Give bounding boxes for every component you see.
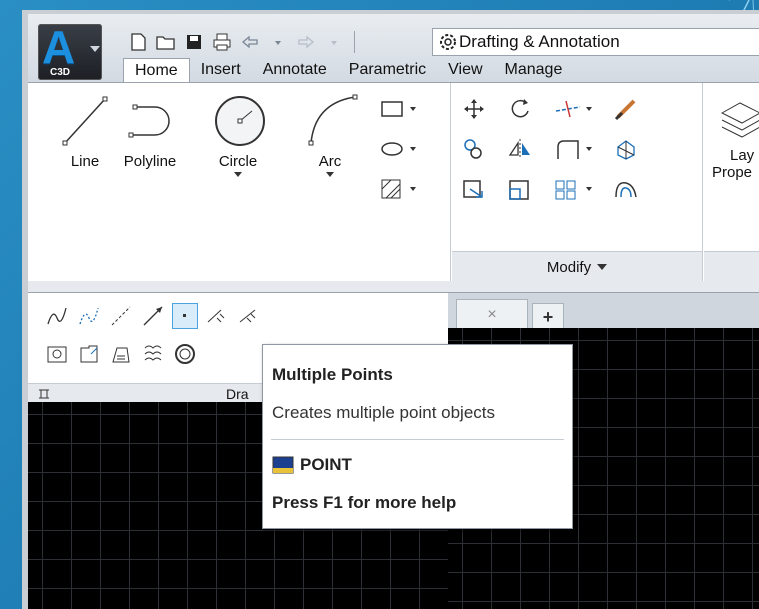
application-window: A C3D Drafting & Annotation Home Insert … — [22, 10, 759, 609]
rotate-icon[interactable] — [506, 97, 534, 125]
ray-icon[interactable] — [140, 303, 166, 329]
boundary-icon[interactable] — [76, 341, 102, 367]
polyline-icon — [128, 104, 170, 138]
trim-icon[interactable] — [552, 97, 596, 125]
plus-icon: + — [542, 306, 554, 327]
tooltip-help: Press F1 for more help — [272, 493, 457, 512]
draw-tools-row-1 — [44, 303, 262, 329]
panel-divider — [702, 83, 703, 283]
toolbar-divider — [354, 31, 355, 53]
tooltip: Multiple Points Creates multiple point o… — [262, 344, 573, 529]
ellipse-tool[interactable] — [378, 137, 418, 165]
draw-panel-label: Dra — [226, 386, 249, 402]
tab-manage[interactable]: Manage — [494, 58, 574, 82]
arc-dropdown-icon[interactable] — [326, 172, 334, 177]
scale-icon[interactable] — [506, 177, 534, 205]
chevron-down-icon — [597, 264, 608, 270]
draw-tools-row-2 — [44, 341, 198, 367]
wipeout-icon[interactable] — [108, 341, 134, 367]
circle-tool[interactable]: Circle — [202, 89, 274, 177]
hatch-icon — [381, 179, 416, 199]
panel-divider — [450, 83, 451, 283]
spline-cv-icon[interactable] — [76, 303, 102, 329]
modify-panel-title[interactable]: Modify — [452, 251, 702, 282]
quick-access-toolbar — [126, 28, 359, 56]
app-logo-icon: A — [42, 21, 76, 73]
tooltip-command: POINT — [272, 455, 352, 475]
layer-label-2: Prope — [712, 164, 753, 181]
erase-icon[interactable] — [612, 97, 640, 125]
hatch-tool[interactable] — [378, 177, 418, 205]
new-tab-button[interactable]: + — [532, 303, 564, 330]
workspace-dropdown[interactable]: Drafting & Annotation — [432, 28, 759, 56]
spline-fit-icon[interactable] — [44, 303, 70, 329]
revision-cloud-icon[interactable] — [140, 341, 166, 367]
move-icon[interactable] — [460, 97, 488, 125]
pin-icon[interactable] — [36, 386, 52, 402]
ribbon: Line Polyline Circle Arc Lay Prope Modif… — [28, 82, 759, 293]
explode-icon[interactable] — [612, 137, 640, 165]
fillet-icon[interactable] — [552, 137, 596, 165]
open-folder-icon[interactable] — [154, 30, 178, 54]
redo-dropdown-icon[interactable] — [322, 30, 346, 54]
layer-label-1: Lay — [730, 147, 755, 164]
tab-view[interactable]: View — [437, 58, 493, 82]
polyline-label: Polyline — [123, 153, 177, 170]
stretch-icon[interactable] — [460, 177, 488, 205]
layer-properties-tool[interactable]: Lay Prope — [712, 93, 759, 181]
donut-icon[interactable] — [172, 341, 198, 367]
undo-dropdown-icon[interactable] — [266, 30, 290, 54]
app-badge: C3D — [49, 67, 70, 78]
circle-dropdown-icon[interactable] — [234, 172, 242, 177]
circle-label: Circle — [218, 153, 258, 170]
region-icon[interactable] — [44, 341, 70, 367]
layers-panel-title[interactable] — [704, 251, 759, 282]
tooltip-command-name: POINT — [300, 455, 352, 474]
tab-insert[interactable]: Insert — [190, 58, 252, 82]
copy-icon[interactable] — [460, 137, 488, 165]
rectangle-tool[interactable] — [378, 97, 418, 125]
measure-icon[interactable] — [236, 303, 262, 329]
application-menu-button[interactable]: A C3D — [38, 21, 102, 80]
line-icon — [62, 96, 108, 146]
offset-icon[interactable] — [612, 177, 640, 205]
save-icon[interactable] — [182, 30, 206, 54]
tooltip-description: Creates multiple point objects — [272, 403, 496, 422]
xline-icon[interactable] — [108, 303, 134, 329]
array-icon[interactable] — [552, 177, 596, 205]
drawing-tab[interactable]: × — [456, 299, 528, 330]
command-line-icon — [272, 456, 294, 474]
tooltip-divider — [271, 439, 564, 440]
arc-tool[interactable]: Arc — [290, 89, 370, 177]
ellipse-icon — [381, 142, 416, 156]
rectangle-icon — [381, 101, 416, 117]
arc-label: Arc — [318, 153, 342, 170]
layers-icon — [720, 102, 759, 138]
gear-icon — [440, 34, 456, 50]
tab-home[interactable]: Home — [123, 58, 190, 83]
tab-annotate[interactable]: Annotate — [252, 58, 338, 82]
polyline-tool[interactable]: Polyline — [110, 89, 190, 170]
redo-icon[interactable] — [294, 30, 318, 54]
modify-panel-label: Modify — [546, 258, 592, 276]
tab-parametric[interactable]: Parametric — [338, 58, 437, 82]
chevron-down-icon — [90, 46, 100, 52]
divide-icon[interactable] — [204, 303, 230, 329]
workspace-label: Drafting & Annotation — [459, 32, 620, 51]
multiple-points-icon[interactable] — [172, 303, 198, 329]
arc-icon — [308, 94, 358, 146]
draw-panel-top: Line Polyline Circle Arc — [28, 83, 448, 283]
close-icon[interactable]: × — [487, 306, 496, 324]
undo-icon[interactable] — [238, 30, 262, 54]
print-icon[interactable] — [210, 30, 234, 54]
file-tabs-bar: × + — [448, 292, 759, 330]
tooltip-title: Multiple Points — [272, 365, 393, 384]
mirror-icon[interactable] — [506, 137, 534, 165]
new-file-icon[interactable] — [126, 30, 150, 54]
title-bar: A C3D Drafting & Annotation Home Insert … — [28, 14, 759, 83]
ribbon-tabs: Home Insert Annotate Parametric View Man… — [123, 58, 574, 83]
circle-icon — [215, 96, 265, 146]
